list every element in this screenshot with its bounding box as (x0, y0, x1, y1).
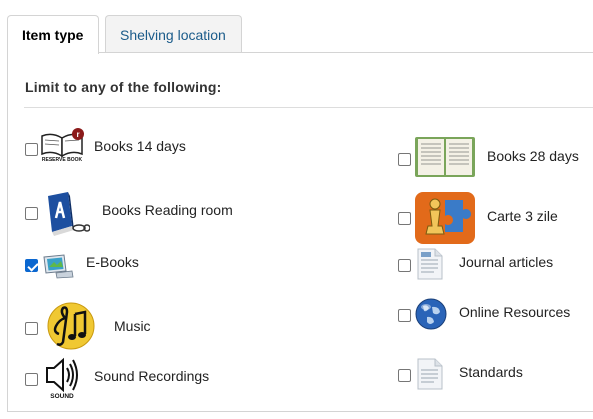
puzzle-chess-icon (415, 192, 475, 249)
checkbox-standards[interactable] (398, 369, 411, 382)
legend-divider (24, 107, 593, 108)
checkbox-online-resources[interactable] (398, 309, 411, 322)
checkbox-music[interactable] (25, 322, 38, 335)
checkbox-e-books[interactable] (25, 259, 38, 272)
checkbox-carte-3-zile[interactable] (398, 212, 411, 225)
checkbox-journal-articles[interactable] (398, 259, 411, 272)
checkbox-books-28-days[interactable] (398, 153, 411, 166)
label-standards: Standards (459, 364, 523, 380)
blue-book-icon (42, 190, 91, 243)
ebook-screen-icon (42, 253, 74, 284)
label-journal-articles: Journal articles (459, 254, 554, 270)
label-online-resources: Online Resources (459, 304, 571, 320)
globe-icon (415, 298, 447, 335)
tab-panel (7, 52, 593, 412)
tab-shelving-location[interactable]: Shelving location (105, 15, 242, 53)
svg-text:r: r (76, 130, 79, 139)
checkbox-sound-recordings[interactable] (25, 373, 38, 386)
tab-bar: Item type Shelving location (7, 15, 593, 54)
label-music: Music (114, 318, 151, 334)
reserve-book-icon: r RESERVE BOOK (40, 128, 86, 173)
checkbox-books-14-days[interactable] (25, 143, 38, 156)
speaker-caption: SOUND (50, 393, 74, 400)
limit-legend: Limit to any of the following: (25, 79, 222, 95)
document-icon (416, 247, 444, 286)
label-carte-3-zile: Carte 3 zile (487, 208, 558, 224)
open-book-icon (414, 135, 476, 184)
speaker-icon: SOUND (43, 356, 81, 405)
label-books-28-days: Books 28 days (487, 148, 579, 164)
music-note-icon (45, 302, 97, 355)
tab-item-type[interactable]: Item type (7, 15, 99, 54)
document-icon (416, 357, 444, 396)
label-books-reading-room: Books Reading room (102, 202, 233, 218)
label-sound-recordings: Sound Recordings (94, 368, 210, 384)
reserve-book-caption: RESERVE BOOK (42, 157, 83, 163)
label-books-14-days: Books 14 days (94, 138, 186, 154)
label-e-books: E-Books (86, 254, 139, 270)
checkbox-books-reading-room[interactable] (25, 207, 38, 220)
